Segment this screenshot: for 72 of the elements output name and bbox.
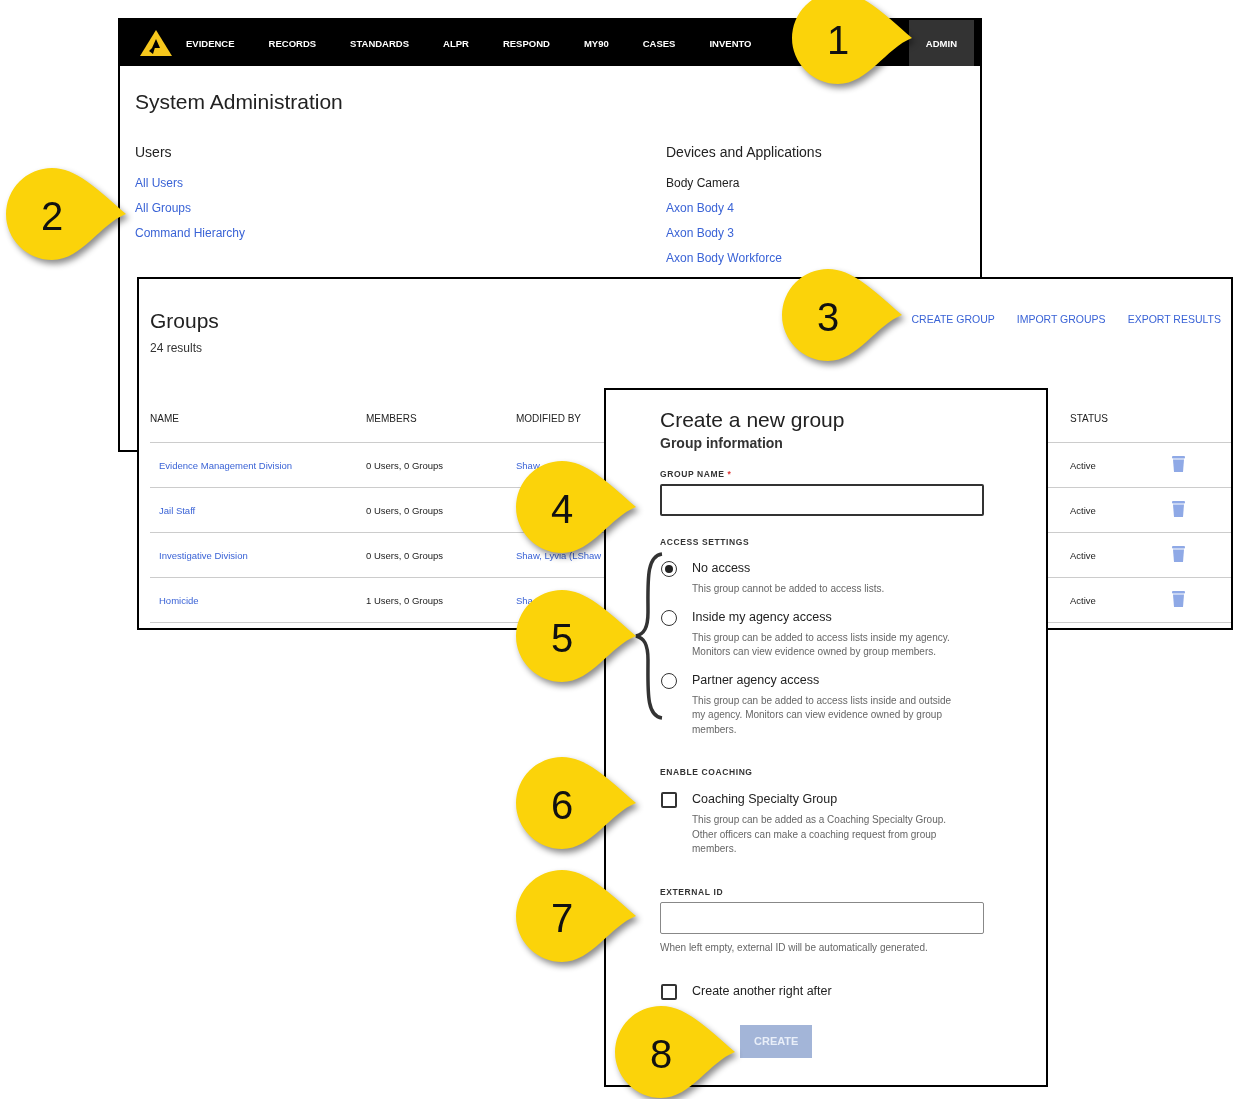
nav-tab[interactable]: RESPOND <box>502 37 550 49</box>
action-link[interactable]: IMPORT GROUPS <box>1016 313 1106 325</box>
results-count: 24 results <box>150 341 204 355</box>
action-link[interactable]: CREATE GROUP <box>911 313 995 325</box>
callout-number: 4 <box>549 487 575 531</box>
nav-tab[interactable]: EVIDENCE <box>186 37 235 49</box>
admin-link[interactable]: Axon Body 4 <box>666 201 965 226</box>
option-description: This group cannot be added to access lists. <box>692 582 886 596</box>
admin-link[interactable]: Command Hierarchy <box>135 226 666 251</box>
modified-by-cell-text: Shaw, Lyvia (LShaw <box>516 549 603 561</box>
checkbox[interactable] <box>661 792 677 808</box>
nav-tab[interactable]: RECORDS <box>268 37 317 49</box>
field-label: ENABLE COACHING <box>660 767 754 777</box>
callout-number: 3 <box>815 295 841 339</box>
members-cell-text: 0 Users, 0 Groups <box>366 504 445 516</box>
callout-number: 1 <box>825 18 851 62</box>
column-header: STATUS <box>1070 413 1108 424</box>
option-label: Partner agency access <box>692 672 821 689</box>
callout-number: 7 <box>549 896 575 940</box>
modified-by-cell-text: Shaw, <box>516 459 543 471</box>
dialog-subtitle: Group information <box>660 435 784 451</box>
admin-link[interactable]: Axon Body Workforce <box>666 251 965 276</box>
admin-link[interactable]: All Groups <box>135 201 666 226</box>
members-cell-text: 0 Users, 0 Groups <box>366 459 445 471</box>
option-label: Coaching Specialty Group <box>692 792 839 808</box>
section-heading: Users <box>135 144 173 160</box>
nav-tab[interactable]: CASES <box>642 37 676 49</box>
groups-title: Groups <box>150 309 219 333</box>
members-cell-text: 0 Users, 0 Groups <box>366 549 445 561</box>
action-link[interactable]: EXPORT RESULTS <box>1127 313 1221 325</box>
status-cell-text: Active <box>1070 594 1097 606</box>
field-label: ACCESS SETTINGS <box>660 537 751 547</box>
option-description: This group can be added as a Coaching Specialty Group. Other officers can make a coaching request from group members. <box>692 813 948 856</box>
option-label: Inside my agency access <box>692 609 833 626</box>
callout-number: 5 <box>549 616 575 660</box>
nav-tab[interactable]: STANDARDS <box>350 37 410 49</box>
option-description: This group can be added to access lists inside and outside my agency. Monitors can view evidence owned by group members. <box>692 693 953 737</box>
nav-tab[interactable]: ALPR <box>443 37 469 49</box>
dialog-title: Create a new group <box>660 408 846 432</box>
nav-tab[interactable]: ADMIN <box>908 20 974 66</box>
group-name-link[interactable]: Evidence Management Division <box>150 459 366 471</box>
column-header: NAME <box>150 413 179 424</box>
logo-icon[interactable] <box>140 30 172 56</box>
column-header: MODIFIED BY <box>516 413 581 424</box>
field-hint: When left empty, external ID will be automatically generated. <box>660 941 929 953</box>
status-cell-text: Active <box>1070 549 1097 561</box>
checkbox[interactable] <box>661 983 677 1000</box>
status-cell-text: Active <box>1070 459 1097 471</box>
nav-tab[interactable]: INVENTO <box>709 37 752 49</box>
column-header: MEMBERS <box>366 413 417 424</box>
group-name-field[interactable] <box>660 484 984 516</box>
status-cell-text: Active <box>1070 504 1097 516</box>
callout-number: 6 <box>549 783 575 827</box>
group-name-link[interactable]: Investigative Division <box>150 549 366 561</box>
option-label: No access <box>692 561 752 577</box>
admin-link[interactable]: All Users <box>135 176 666 201</box>
group-name-link[interactable]: Jail Staff <box>150 504 366 516</box>
field-label: EXTERNAL ID <box>660 886 725 897</box>
nav-tab[interactable]: MY90 <box>583 37 609 49</box>
external-id-field[interactable] <box>660 901 984 934</box>
option-label: Create another right after <box>692 983 833 1000</box>
subsection-heading: Body Camera <box>666 176 741 192</box>
group-name-link[interactable]: Homicide <box>150 594 366 606</box>
field-label: GROUP NAME * <box>660 469 733 479</box>
admin-link[interactable]: Axon Body 3 <box>666 226 965 251</box>
callout-number: 2 <box>39 194 65 238</box>
members-cell-text: 1 Users, 0 Groups <box>366 594 445 606</box>
brace-icon <box>634 552 664 720</box>
callout-number: 8 <box>648 1032 674 1076</box>
section-heading: Devices and Applications <box>666 144 823 160</box>
option-description: This group can be added to access lists inside my agency. Monitors can view evidence owned by group members. <box>692 630 951 659</box>
page-title: System Administration <box>135 90 344 114</box>
